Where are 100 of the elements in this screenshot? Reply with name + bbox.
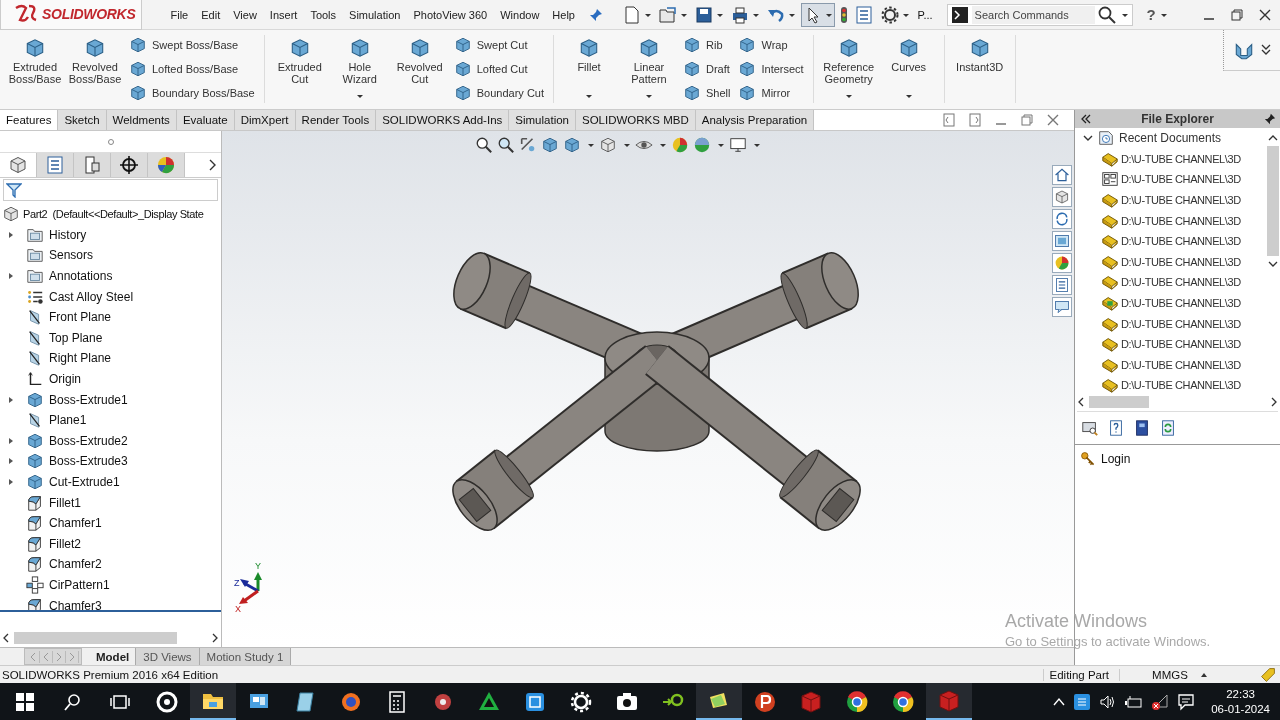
- tree-item[interactable]: Annotations: [49, 269, 113, 284]
- app-tray-icon[interactable]: [1073, 692, 1092, 711]
- caret-icon[interactable]: [752, 11, 761, 18]
- tree-item[interactable]: Chamfer1: [49, 516, 102, 531]
- ribbon-button[interactable]: Linear Pattern: [620, 35, 678, 101]
- search-folder-icon[interactable]: [1081, 419, 1099, 437]
- scroll-right-icon[interactable]: [211, 633, 219, 643]
- ribbon-button[interactable]: Revolved Cut: [390, 35, 449, 101]
- scroll-up-icon[interactable]: [1268, 134, 1278, 142]
- tree-item[interactable]: D:\U-TUBE CHANNEL\3D: [1121, 235, 1241, 248]
- menu-item[interactable]: Window: [493, 8, 546, 21]
- tree-item[interactable]: History: [49, 227, 87, 242]
- scene-icon[interactable]: [693, 136, 711, 154]
- tree-item[interactable]: D:\U-TUBE CHANNEL\3D: [1121, 152, 1241, 165]
- tree-item[interactable]: Right Plane: [49, 351, 112, 366]
- search-field[interactable]: Search Commands: [946, 3, 1133, 26]
- zoom-fit-icon[interactable]: [475, 136, 493, 154]
- tree-item[interactable]: D:\U-TUBE CHANNEL\3D: [1121, 173, 1241, 186]
- tree-item[interactable]: Recent Documents: [1119, 131, 1222, 146]
- tree-item[interactable]: D:\U-TUBE CHANNEL\3D: [1121, 214, 1241, 227]
- tab[interactable]: SOLIDWORKS MBD: [576, 110, 696, 130]
- view-side-button[interactable]: [1052, 231, 1072, 251]
- units-selector[interactable]: MMGS: [1152, 668, 1188, 681]
- previous-view-icon[interactable]: [519, 136, 537, 154]
- ribbon-button[interactable]: Intersect: [735, 59, 807, 79]
- tree-item[interactable]: Origin: [49, 372, 81, 387]
- tab[interactable]: SOLIDWORKS Add-Ins: [376, 110, 510, 130]
- splitter-handle-icon[interactable]: [106, 137, 115, 146]
- tree-item[interactable]: Fillet2: [49, 536, 81, 551]
- tree-item[interactable]: D:\U-TUBE CHANNEL\3D: [1121, 379, 1241, 392]
- tree-item[interactable]: D:\U-TUBE CHANNEL\3D: [1121, 276, 1241, 289]
- monitor-icon[interactable]: [729, 136, 747, 154]
- tab[interactable]: Features: [0, 110, 59, 130]
- tree-item[interactable]: D:\U-TUBE CHANNEL\3D: [1121, 317, 1241, 330]
- collapse-icon[interactable]: [1081, 114, 1091, 124]
- ribbon-button[interactable]: Fillet: [560, 35, 618, 101]
- ribbon-button[interactable]: Lofted Cut: [450, 59, 547, 79]
- toolbar-button[interactable]: [801, 2, 836, 27]
- menu-item[interactable]: Simulation: [342, 8, 407, 21]
- zoom-area-icon[interactable]: [497, 136, 515, 154]
- login-link[interactable]: Login: [1101, 452, 1131, 466]
- help-icon[interactable]: [1107, 419, 1125, 437]
- menu-item[interactable]: File: [164, 8, 195, 21]
- scrollbar-thumb[interactable]: [14, 632, 177, 644]
- tab[interactable]: 3D Views: [136, 648, 200, 665]
- ribbon-button[interactable]: Extruded Cut: [270, 35, 329, 101]
- expand-arrow-icon[interactable]: [7, 457, 15, 466]
- view-side-button[interactable]: [1052, 165, 1072, 185]
- ribbon-button[interactable]: Lofted Boss/Base: [126, 59, 258, 79]
- menu-item[interactable]: View: [226, 8, 264, 21]
- scroll-right-icon[interactable]: [1270, 397, 1278, 407]
- chevron-up-icon[interactable]: [1053, 696, 1066, 707]
- toolbar-button[interactable]: P...: [917, 8, 933, 21]
- expand-arrow-icon[interactable]: [7, 395, 15, 404]
- ribbon-button[interactable]: Wrap: [735, 35, 807, 55]
- tab[interactable]: DimXpert: [234, 110, 296, 130]
- tree-item[interactable]: Boss-Extrude3: [49, 454, 128, 469]
- ribbon-button[interactable]: Swept Cut: [450, 35, 547, 55]
- caret-icon[interactable]: [753, 142, 761, 148]
- notification-icon[interactable]: [1177, 692, 1196, 711]
- tree-item[interactable]: Fillet1: [49, 495, 81, 510]
- expand-arrow-icon[interactable]: [7, 230, 15, 239]
- caret-icon[interactable]: [585, 93, 593, 99]
- tree-item[interactable]: D:\U-TUBE CHANNEL\3D: [1121, 194, 1241, 207]
- tag-icon[interactable]: [1260, 666, 1276, 683]
- tree-item[interactable]: Sensors: [49, 248, 94, 263]
- view-side-button[interactable]: [1052, 297, 1072, 317]
- tree-item[interactable]: Cut-Extrude1: [49, 475, 120, 489]
- search-icon[interactable]: [64, 692, 82, 711]
- ribbon-button[interactable]: Draft: [680, 59, 734, 79]
- tab[interactable]: Sketch: [58, 110, 107, 130]
- menu-item[interactable]: PhotoView 360: [406, 8, 494, 21]
- chevron-right-icon[interactable]: [207, 159, 217, 171]
- scroll-left-icon[interactable]: [2, 633, 10, 643]
- tab[interactable]: Simulation: [509, 110, 576, 130]
- clock-time[interactable]: 22:33: [1226, 686, 1255, 702]
- filter-field[interactable]: [3, 179, 218, 201]
- tree-item[interactable]: Part2 (Default<<Default>_Display State: [23, 208, 204, 221]
- ribbon-button[interactable]: Shell: [680, 83, 734, 103]
- tab[interactable]: Render Tools: [295, 110, 377, 130]
- caret-icon[interactable]: [717, 142, 725, 148]
- expand-arrow-icon[interactable]: [7, 478, 15, 486]
- tree-item[interactable]: Chamfer3: [49, 598, 102, 610]
- search-icon[interactable]: [1097, 5, 1116, 24]
- caret-icon[interactable]: [680, 11, 689, 18]
- scroll-left-icon[interactable]: [1077, 397, 1085, 407]
- scrollbar-thumb[interactable]: [1267, 146, 1279, 256]
- tab[interactable]: Weldments: [106, 110, 177, 130]
- task-view-icon[interactable]: [110, 692, 130, 711]
- pin-icon[interactable]: [589, 7, 604, 22]
- tree-item[interactable]: Boss-Extrude1: [49, 392, 128, 407]
- scrollbar-thumb[interactable]: [1089, 396, 1149, 408]
- refresh-icon[interactable]: [1159, 419, 1177, 437]
- tree-item[interactable]: D:\U-TUBE CHANNEL\3D: [1121, 338, 1241, 351]
- taskbar-button[interactable]: [190, 683, 236, 720]
- tree-item[interactable]: D:\U-TUBE CHANNEL\3D: [1121, 297, 1241, 310]
- menu-item[interactable]: Help: [545, 8, 582, 21]
- ribbon-button[interactable]: Extruded Boss/Base: [6, 35, 64, 101]
- scroll-down-icon[interactable]: [1268, 260, 1278, 268]
- caret-icon[interactable]: [659, 142, 667, 148]
